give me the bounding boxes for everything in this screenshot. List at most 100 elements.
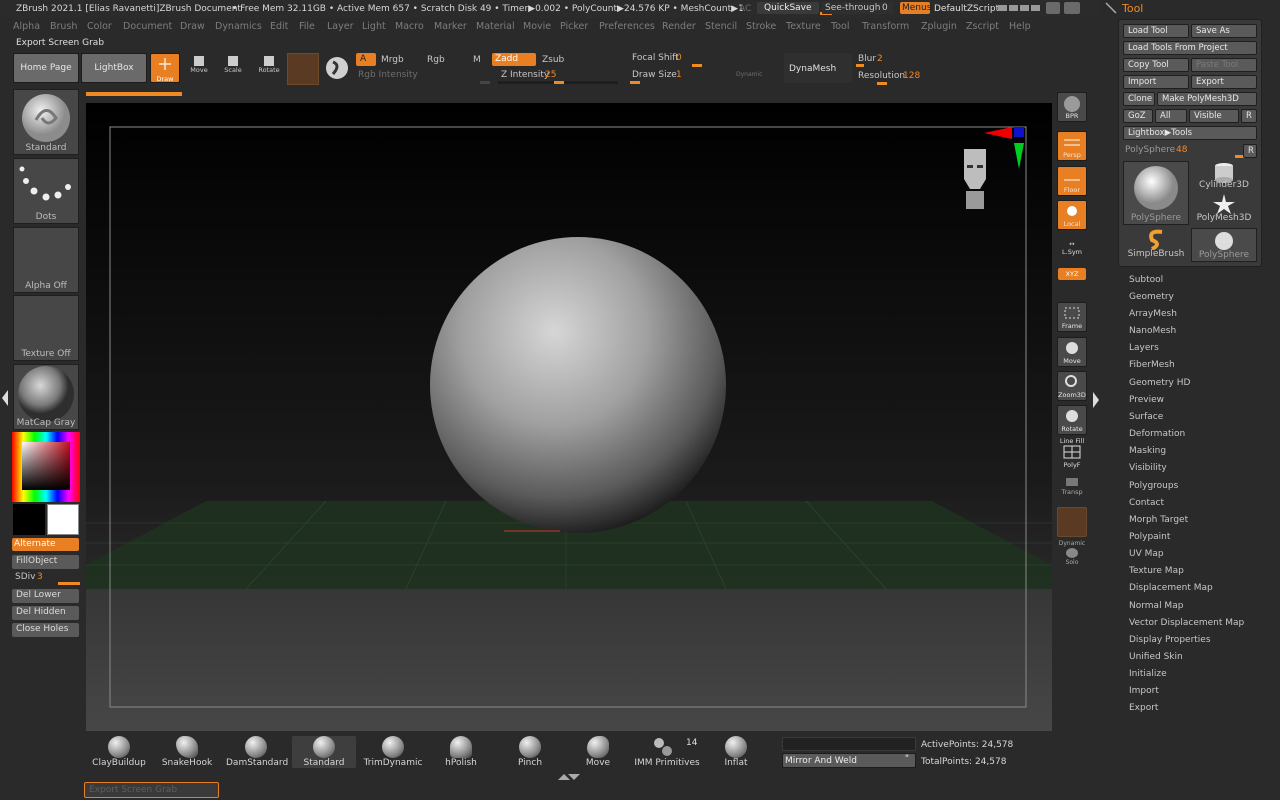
subpalette-fibermesh[interactable]: FiberMesh: [1129, 360, 1175, 370]
menu-brush[interactable]: Brush: [50, 21, 77, 32]
menu-file[interactable]: File: [299, 21, 315, 32]
solo-button[interactable]: Dynamic Solo: [1058, 540, 1086, 568]
canvas-viewport[interactable]: [86, 103, 1052, 731]
subpalette-deformation[interactable]: Deformation: [1129, 429, 1185, 439]
tool-thumb-simplebrush[interactable]: SimpleBrush: [1123, 228, 1189, 262]
see-through-slider[interactable]: See-through 0: [822, 2, 894, 14]
subpalette-geometry-hd[interactable]: Geometry HD: [1129, 378, 1190, 388]
menu-zscript[interactable]: Zscript: [966, 21, 999, 32]
menu-help[interactable]: Help: [1009, 21, 1031, 32]
material-thumbnail[interactable]: MatCap Gray: [13, 364, 79, 430]
export-screen-grab-button[interactable]: Export Screen Grab: [84, 782, 219, 798]
load-tool-button[interactable]: Load Tool: [1123, 24, 1189, 38]
lsym-button[interactable]: ↔ L.Sym: [1058, 240, 1086, 260]
floor-button[interactable]: Floor: [1057, 166, 1087, 196]
rgb-button[interactable]: Rgb: [427, 55, 445, 65]
draw-size-slider[interactable]: Draw Size 1 Dynamic: [630, 69, 770, 83]
del-lower-button[interactable]: Del Lower: [12, 589, 79, 603]
color-swatch-preview[interactable]: [287, 53, 319, 85]
color-saturation-square[interactable]: [22, 442, 70, 490]
window-arrows[interactable]: [998, 3, 1042, 13]
paste-tool-button[interactable]: Paste Tool: [1191, 58, 1257, 72]
subpalette-layers[interactable]: Layers: [1129, 343, 1159, 353]
rotate-view-button[interactable]: Rotate: [1057, 405, 1087, 435]
menu-color[interactable]: Color: [87, 21, 112, 32]
ghost-button[interactable]: [1057, 507, 1087, 537]
menus-toggle[interactable]: Menus: [900, 2, 931, 14]
xyz-toggle[interactable]: XYZ: [1058, 268, 1086, 280]
menu-tool[interactable]: Tool: [831, 21, 849, 32]
menu-stencil[interactable]: Stencil: [705, 21, 737, 32]
lightbox-button[interactable]: LightBox: [81, 53, 147, 83]
subpalette-geometry[interactable]: Geometry: [1129, 292, 1174, 302]
menu-stroke[interactable]: Stroke: [746, 21, 776, 32]
frame-button[interactable]: Frame: [1057, 302, 1087, 332]
brush-inflat[interactable]: Inflat: [712, 736, 760, 768]
sdiv-knob[interactable]: [58, 582, 80, 585]
alternate-toggle[interactable]: Alternate: [12, 538, 79, 551]
menu-marker[interactable]: Marker: [434, 21, 467, 32]
zsub-button[interactable]: Zsub: [542, 55, 564, 65]
move-view-button[interactable]: Move: [1057, 337, 1087, 367]
alpha-thumbnail[interactable]: Alpha Off: [13, 227, 79, 293]
fillobject-button[interactable]: FillObject: [12, 555, 79, 569]
close-holes-button[interactable]: Close Holes: [12, 623, 79, 637]
current-tool-r-button[interactable]: R: [1243, 144, 1257, 158]
menu-alpha[interactable]: Alpha: [13, 21, 40, 32]
menu-picker[interactable]: Picker: [560, 21, 588, 32]
menu-material[interactable]: Material: [476, 21, 515, 32]
tool-thumb-polymesh3d[interactable]: PolyMesh3D: [1191, 194, 1257, 226]
current-tool-slider[interactable]: PolySphere 48: [1123, 144, 1245, 158]
tool-pin-icon[interactable]: [1104, 1, 1118, 15]
brush-damstandard[interactable]: DamStandard: [226, 736, 288, 768]
subpalette-initialize[interactable]: Initialize: [1129, 669, 1167, 679]
tool-thumb-polysphere[interactable]: PolySphere: [1123, 161, 1189, 225]
brush-standard[interactable]: Standard: [292, 736, 356, 768]
goz-all-button[interactable]: All: [1155, 109, 1187, 123]
transp-button[interactable]: Transp: [1058, 476, 1086, 502]
menu-movie[interactable]: Movie: [523, 21, 551, 32]
draw-size-knob[interactable]: [630, 81, 640, 84]
mrgb-button[interactable]: Mrgb: [381, 55, 404, 65]
color-picker[interactable]: [12, 432, 80, 502]
axis-gizmo[interactable]: [982, 125, 1028, 171]
scale-mode-button[interactable]: Scale: [220, 56, 246, 82]
lightbox-tools-button[interactable]: Lightbox▶Tools: [1123, 126, 1257, 140]
mirror-and-weld-button[interactable]: Mirror And Weld ": [782, 753, 916, 768]
quicksave-button[interactable]: QuickSave: [757, 2, 819, 14]
subpalette-uv-map[interactable]: UV Map: [1129, 549, 1164, 559]
stroke-thumbnail[interactable]: Dots: [13, 158, 79, 224]
subpalette-display-properties[interactable]: Display Properties: [1129, 635, 1211, 645]
clone-button[interactable]: Clone: [1123, 92, 1155, 106]
import-button[interactable]: Import: [1123, 75, 1189, 89]
polysphere-mesh[interactable]: [430, 237, 726, 533]
menu-light[interactable]: Light: [362, 21, 386, 32]
tool-palette-title[interactable]: Tool: [1122, 2, 1143, 15]
focal-shift-knob[interactable]: [692, 64, 702, 67]
polyf-button[interactable]: Line Fill PolyF: [1058, 437, 1086, 469]
menu-macro[interactable]: Macro: [395, 21, 424, 32]
brush-trimdynamic[interactable]: TrimDynamic: [362, 736, 424, 768]
texture-thumbnail[interactable]: Texture Off: [13, 295, 79, 361]
load-tools-from-project-button[interactable]: Load Tools From Project: [1123, 41, 1257, 55]
brush-snakehook[interactable]: SnakeHook: [158, 736, 216, 768]
menu-preferences[interactable]: Preferences: [599, 21, 655, 32]
subpalette-nanomesh[interactable]: NanoMesh: [1129, 326, 1176, 336]
m-button[interactable]: M: [473, 55, 481, 65]
goz-button[interactable]: GoZ: [1123, 109, 1153, 123]
subpalette-texture-map[interactable]: Texture Map: [1129, 566, 1184, 576]
subpalette-unified-skin[interactable]: Unified Skin: [1129, 652, 1183, 662]
subpalette-preview[interactable]: Preview: [1129, 395, 1164, 405]
resolution-knob[interactable]: [877, 82, 887, 85]
ac-label[interactable]: AC: [739, 4, 751, 14]
secondary-color-swatch[interactable]: [13, 504, 45, 535]
brush-pinch[interactable]: Pinch: [504, 736, 556, 768]
subpalette-import[interactable]: Import: [1129, 686, 1159, 696]
subpalette-polypaint[interactable]: Polypaint: [1129, 532, 1170, 542]
menu-document[interactable]: Document: [123, 21, 172, 32]
persp-button[interactable]: Persp: [1057, 131, 1087, 161]
local-button[interactable]: Local: [1057, 200, 1087, 230]
menu-layer[interactable]: Layer: [327, 21, 354, 32]
tool-thumb-polysphere-2[interactable]: PolySphere: [1191, 228, 1257, 262]
maximize-icon[interactable]: [1064, 2, 1080, 14]
